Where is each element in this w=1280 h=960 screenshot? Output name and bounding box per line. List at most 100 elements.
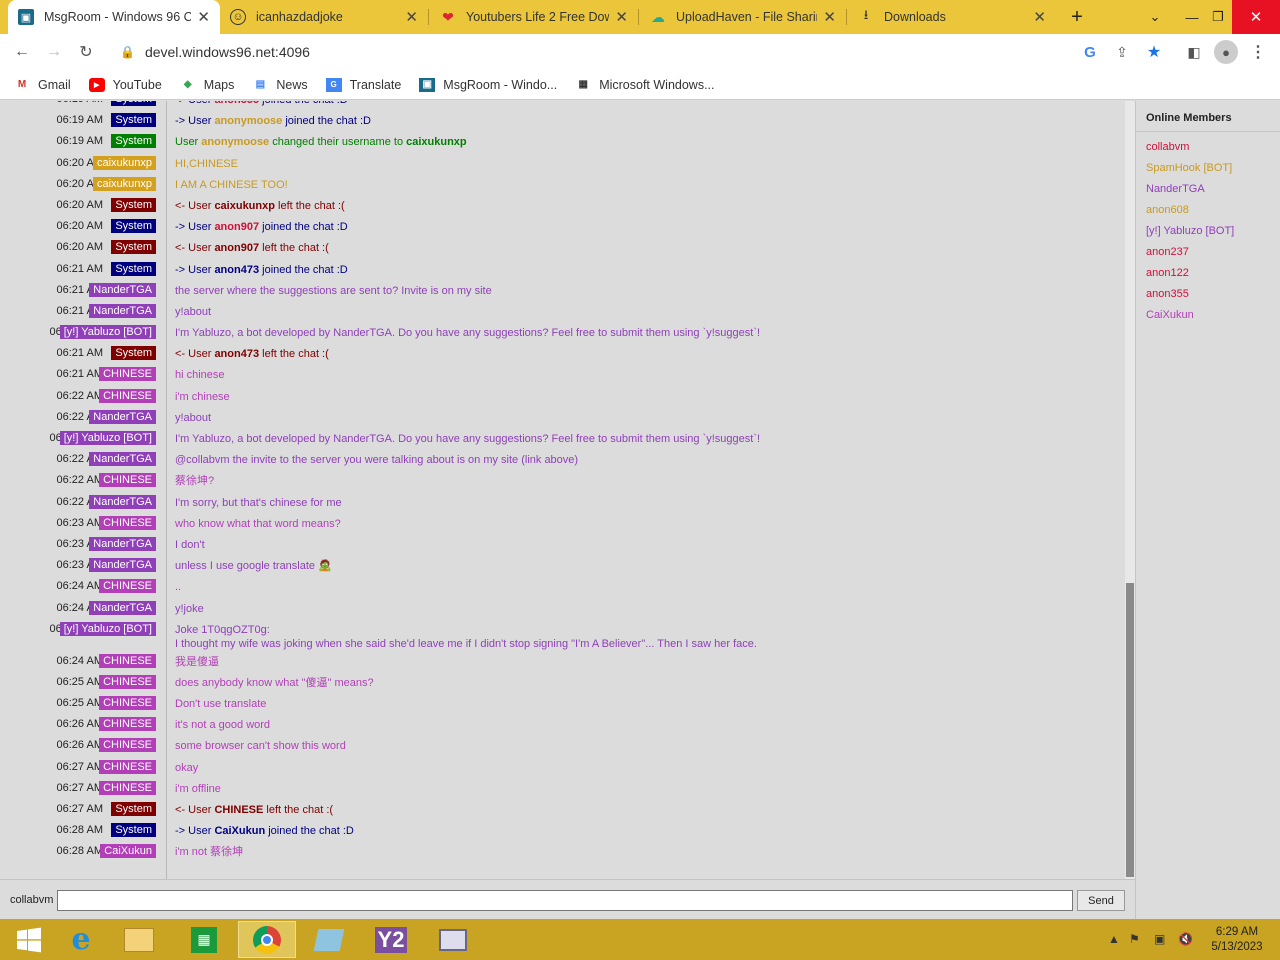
message-author[interactable]: CHINESE xyxy=(99,515,156,530)
online-member[interactable]: anon122 xyxy=(1146,267,1189,279)
message-author[interactable]: System xyxy=(111,134,156,149)
message-author[interactable]: CHINESE xyxy=(99,674,156,689)
send-button[interactable]: Send xyxy=(1077,890,1125,911)
close-tab-icon[interactable]: ✕ xyxy=(1033,8,1046,26)
message-author[interactable]: [y!] Yabluzo [BOT] xyxy=(59,621,156,636)
message-author[interactable]: CHINESE xyxy=(99,473,156,488)
message-author[interactable]: System xyxy=(111,101,156,106)
message-author[interactable]: System xyxy=(111,261,156,276)
bookmark-gmail[interactable]: M Gmail xyxy=(14,78,71,92)
scrollbar-thumb[interactable] xyxy=(1126,583,1134,877)
message-link[interactable]: 1T0qgOZT0g xyxy=(201,624,266,636)
tab-uploadhaven[interactable]: ☁ UploadHaven - File Sharing ✕ xyxy=(640,0,846,34)
message-author[interactable]: [y!] Yabluzo [BOT] xyxy=(59,325,156,340)
restore-icon[interactable]: ❐ xyxy=(1202,0,1234,34)
message-author[interactable]: System xyxy=(111,219,156,234)
tab-dadjoke[interactable]: ☺ icanhazdadjoke ✕ xyxy=(220,0,428,34)
taskbar-app-blue[interactable] xyxy=(300,921,358,958)
username-label[interactable]: collabvm xyxy=(10,894,53,906)
taskbar-store[interactable]: ▦ xyxy=(175,921,233,958)
message-author[interactable]: NanderTGA xyxy=(89,536,156,551)
taskbar-ie[interactable]: e xyxy=(52,921,110,958)
reload-icon[interactable]: ↻ xyxy=(74,40,98,64)
message-author[interactable]: System xyxy=(111,802,156,816)
menu-icon[interactable]: ⋮ xyxy=(1246,40,1270,64)
message-author[interactable]: caixukunxp xyxy=(92,176,156,191)
tab-youtubers[interactable]: ❤ Youtubers Life 2 Free Down ✕ xyxy=(430,0,638,34)
message-link[interactable]: NanderTGA xyxy=(333,433,392,445)
message-author[interactable]: NanderTGA xyxy=(89,558,156,573)
tray-network-icon[interactable]: ▣ xyxy=(1154,932,1165,946)
message-author[interactable]: CHINESE xyxy=(99,388,156,403)
message-author[interactable]: CHINESE xyxy=(99,696,156,711)
message-author[interactable]: CaiXukun xyxy=(100,844,156,859)
tray-expand-icon[interactable]: ▲ xyxy=(1108,932,1120,946)
message-author[interactable]: NanderTGA xyxy=(89,282,156,297)
close-tab-icon[interactable]: ✕ xyxy=(197,8,210,26)
forward-icon[interactable]: → xyxy=(42,40,66,64)
message-author[interactable]: CHINESE xyxy=(99,367,156,382)
tab-search-icon[interactable]: ⌄ xyxy=(1139,0,1171,34)
taskbar-explorer[interactable] xyxy=(110,921,168,958)
online-member[interactable]: NanderTGA xyxy=(1146,183,1205,195)
message-author[interactable]: CHINESE xyxy=(99,717,156,732)
tab-msgroom[interactable]: ▣ MsgRoom - Windows 96 Cl ✕ xyxy=(8,0,220,34)
bookmark-youtube[interactable]: ▶ YouTube xyxy=(88,77,162,92)
message-author[interactable]: System xyxy=(111,197,156,212)
start-button[interactable] xyxy=(0,921,58,958)
tray-volume-muted-icon[interactable]: 🔇 xyxy=(1178,932,1193,946)
message-author[interactable]: CHINESE xyxy=(99,579,156,594)
close-tab-icon[interactable]: ✕ xyxy=(615,8,628,26)
message-author[interactable]: CHINESE xyxy=(99,759,156,774)
message-author[interactable]: CHINESE xyxy=(99,780,156,795)
profile-icon[interactable]: ● xyxy=(1214,40,1238,64)
bookmark-news[interactable]: ▤ News xyxy=(252,78,308,92)
message-author[interactable]: CHINESE xyxy=(99,738,156,753)
google-icon[interactable]: G xyxy=(1078,40,1102,64)
message-author[interactable]: NanderTGA xyxy=(89,409,156,424)
message-author[interactable]: System xyxy=(111,240,156,255)
bookmark-microsoft[interactable]: ▦ Microsoft Windows... xyxy=(575,78,714,92)
message-author[interactable]: System xyxy=(111,113,156,128)
message-author[interactable]: System xyxy=(111,823,156,838)
bookmark-msgroom[interactable]: ▣ MsgRoom - Windo... xyxy=(419,77,557,92)
message-author[interactable]: [y!] Yabluzo [BOT] xyxy=(59,431,156,445)
back-icon[interactable]: ← xyxy=(10,40,34,64)
side-panel-icon[interactable]: ◧ xyxy=(1182,40,1206,64)
message-author[interactable]: NanderTGA xyxy=(89,303,156,318)
share-icon[interactable]: ⇪ xyxy=(1110,40,1134,64)
online-member[interactable]: anon355 xyxy=(1146,288,1189,300)
system-clock[interactable]: 6:29 AM 5/13/2023 xyxy=(1205,925,1269,955)
lock-icon[interactable]: 🔒 xyxy=(120,45,135,59)
close-window-icon[interactable]: ✕ xyxy=(1232,0,1280,34)
tray-flag-icon[interactable]: ⚑ xyxy=(1129,932,1140,946)
taskbar-chrome[interactable] xyxy=(238,921,296,958)
url-text[interactable]: devel.windows96.net:4096 xyxy=(145,44,310,60)
message-body: i'm chinese xyxy=(175,390,230,403)
online-member[interactable]: [y!] Yabluzo [BOT] xyxy=(1146,225,1234,237)
taskbar-y2[interactable]: Y2 xyxy=(362,921,420,958)
online-member[interactable]: anon237 xyxy=(1146,246,1189,258)
online-member[interactable]: collabvm xyxy=(1146,141,1189,153)
online-member[interactable]: CaiXukun xyxy=(1146,309,1194,321)
new-tab-icon[interactable]: + xyxy=(1061,0,1093,34)
online-member[interactable]: anon608 xyxy=(1146,204,1189,216)
taskbar-monitor[interactable] xyxy=(424,921,482,958)
message-author[interactable]: System xyxy=(111,346,156,361)
message-input[interactable] xyxy=(57,890,1073,911)
bookmark-translate[interactable]: G Translate xyxy=(325,77,401,92)
tab-downloads[interactable]: ⭳ Downloads ✕ xyxy=(848,0,1056,34)
address-bar[interactable]: 🔒 devel.windows96.net:4096 xyxy=(106,38,1178,66)
bookmark-maps[interactable]: ◆ Maps xyxy=(180,78,234,92)
message-link[interactable]: NanderTGA xyxy=(333,327,392,339)
close-tab-icon[interactable]: ✕ xyxy=(823,8,836,26)
chat-log[interactable]: 06:19 AM System -> User anon355 joined the… xyxy=(0,101,1125,879)
message-author[interactable]: NanderTGA xyxy=(89,494,156,509)
message-author[interactable]: NanderTGA xyxy=(89,452,156,467)
close-tab-icon[interactable]: ✕ xyxy=(405,8,418,26)
bookmark-star-icon[interactable]: ★ xyxy=(1142,40,1166,64)
message-author[interactable]: caixukunxp xyxy=(92,155,156,170)
message-author[interactable]: CHINESE xyxy=(99,653,156,668)
message-author[interactable]: NanderTGA xyxy=(89,600,156,615)
online-member[interactable]: SpamHook [BOT] xyxy=(1146,162,1232,174)
